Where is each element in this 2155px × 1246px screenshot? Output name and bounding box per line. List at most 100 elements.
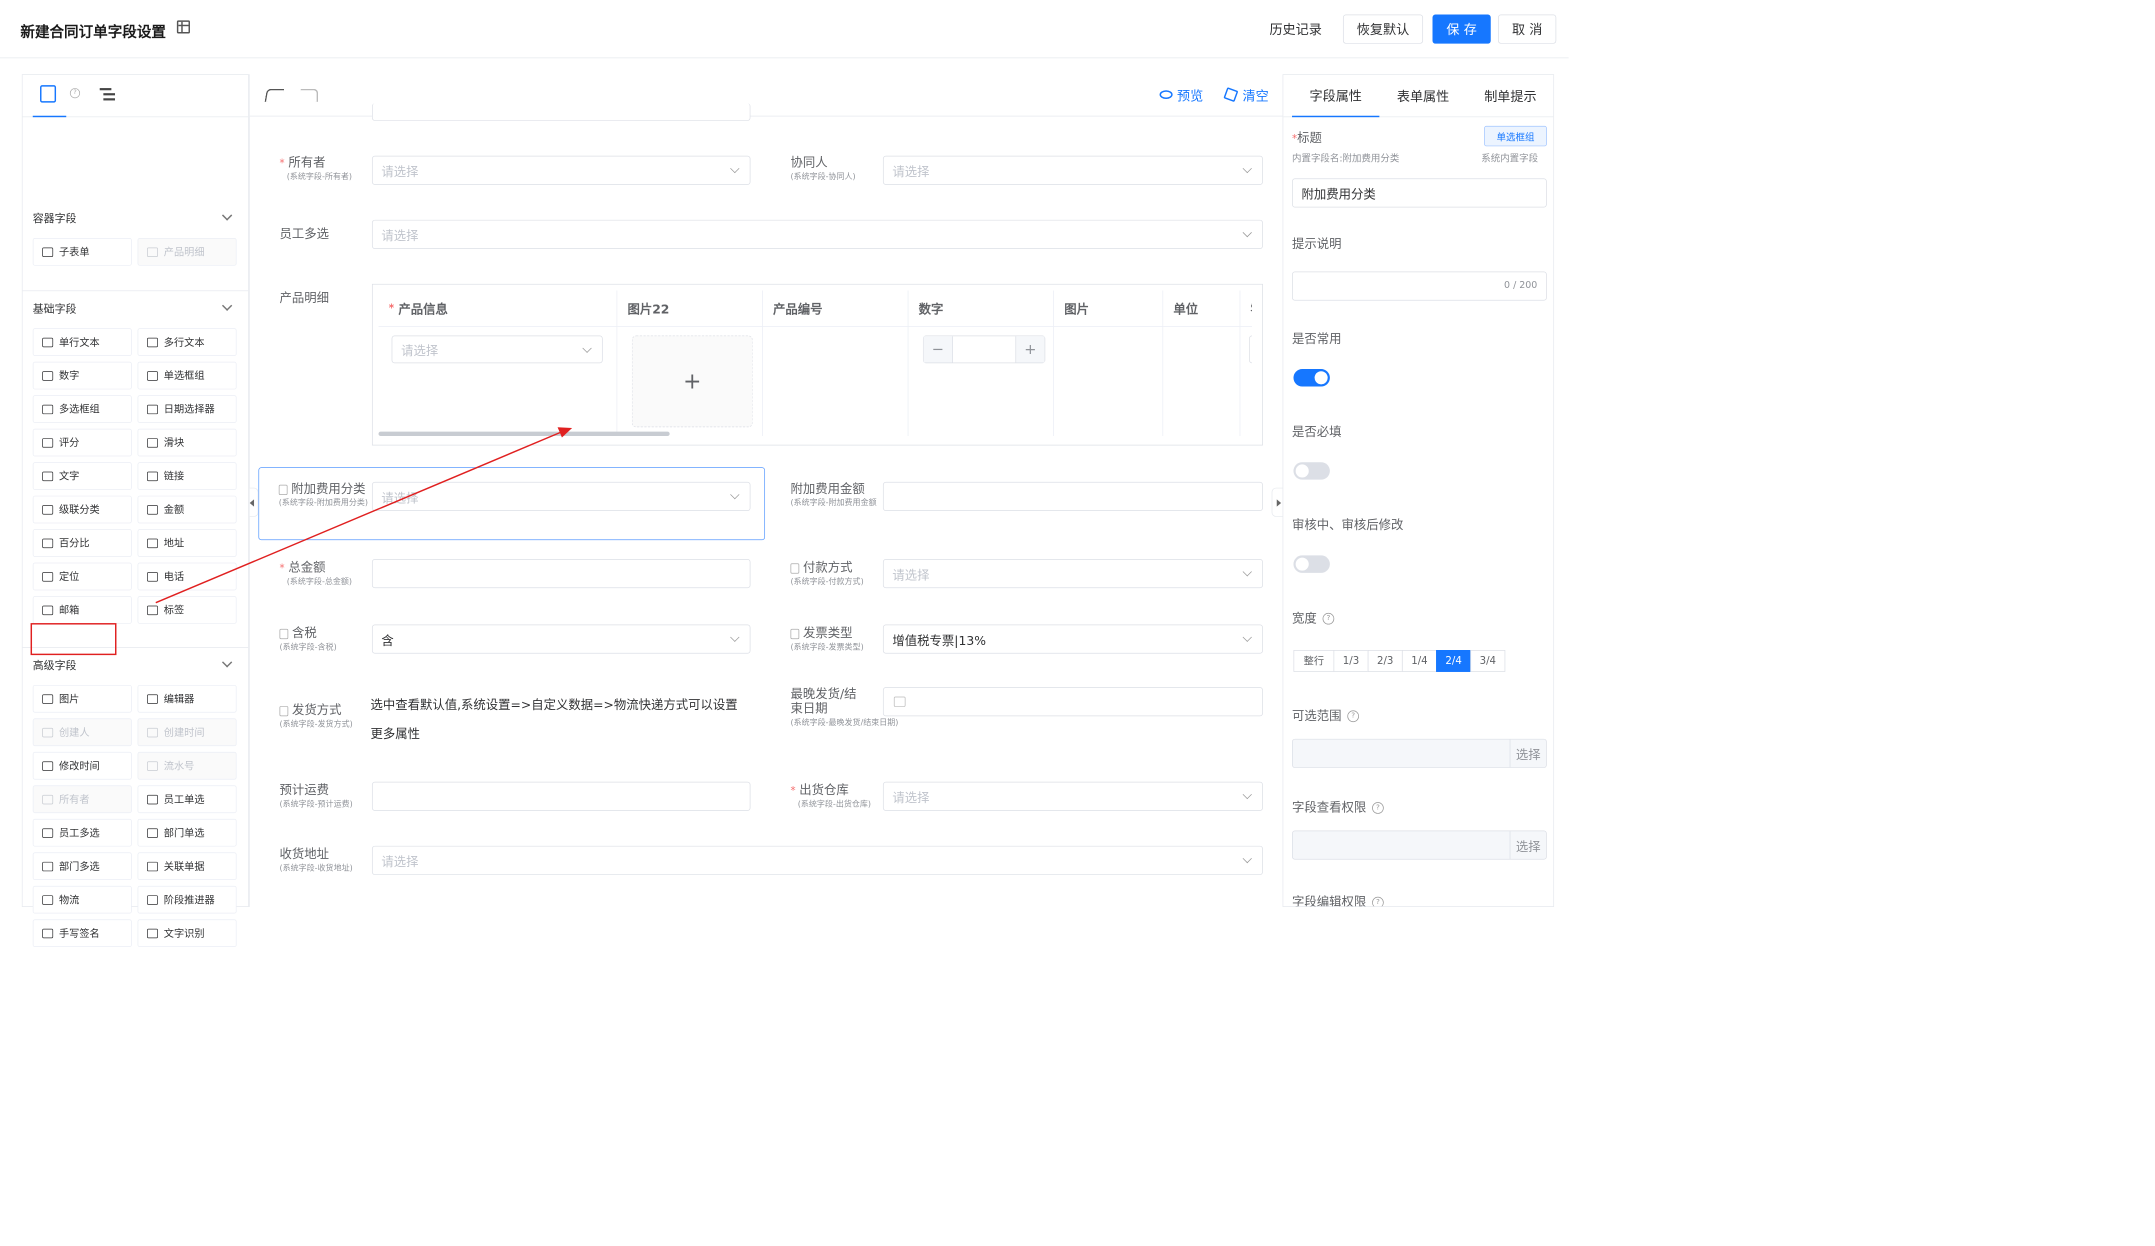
- help-icon[interactable]: ?: [1347, 710, 1359, 723]
- range-choose-button[interactable]: 选择: [1509, 739, 1546, 768]
- palette-item[interactable]: 文字识别: [137, 919, 237, 947]
- palette-item[interactable]: 日期选择器: [137, 395, 237, 423]
- palette-item[interactable]: 滑块: [137, 428, 237, 457]
- palette-item[interactable]: 电话: [137, 562, 237, 591]
- collapse-left-handle[interactable]: [249, 487, 259, 517]
- number-stepper[interactable]: − +: [922, 335, 1046, 364]
- extra-fee-cat-select[interactable]: 请选择: [371, 481, 751, 511]
- palette-item[interactable]: 数字: [32, 361, 132, 390]
- palette-item-label: 多选框组: [58, 403, 100, 416]
- extra-fee-amt-input[interactable]: [882, 481, 1263, 511]
- palette-item[interactable]: 评分: [32, 428, 132, 457]
- warehouse-select[interactable]: 请选择: [882, 781, 1263, 811]
- cancel-button[interactable]: 取 消: [1498, 14, 1557, 44]
- broom-icon[interactable]: [1223, 87, 1239, 103]
- chevron-down-icon[interactable]: [221, 210, 233, 221]
- palette-item[interactable]: 级联分类: [32, 495, 132, 524]
- title-input[interactable]: 附加费用分类: [1292, 178, 1547, 208]
- user-icon: [147, 794, 158, 804]
- partial-input[interactable]: [1249, 335, 1252, 364]
- horizontal-scrollbar[interactable]: [378, 431, 670, 437]
- help-icon[interactable]: ?: [69, 88, 81, 99]
- owner-select[interactable]: 请选择: [371, 155, 751, 185]
- save-button[interactable]: 保 存: [1432, 14, 1491, 44]
- palette-item[interactable]: 链接: [137, 462, 237, 490]
- preview-button[interactable]: 预览: [1177, 86, 1203, 105]
- ship-more[interactable]: 更多属性: [371, 724, 420, 742]
- help-icon[interactable]: ?: [1372, 802, 1384, 814]
- collapse-right-handle[interactable]: [1271, 487, 1283, 517]
- required-switch[interactable]: [1293, 462, 1330, 480]
- width-option[interactable]: 3/4: [1470, 650, 1506, 672]
- total-input[interactable]: [371, 559, 751, 589]
- hint-input[interactable]: 0 / 200: [1292, 271, 1547, 301]
- section-title[interactable]: 容器字段: [33, 210, 77, 225]
- chevron-down-icon[interactable]: [221, 300, 233, 311]
- cube-icon[interactable]: [40, 85, 57, 103]
- palette-item[interactable]: 阶段推进器: [137, 885, 237, 914]
- section-title[interactable]: 高级字段: [33, 657, 77, 672]
- palette-item[interactable]: 员工多选: [32, 818, 132, 847]
- tab-form-props[interactable]: 表单属性: [1379, 75, 1466, 117]
- view-perm-choose-button[interactable]: 选择: [1509, 831, 1546, 859]
- palette-item[interactable]: 金额: [137, 495, 237, 524]
- palette-item[interactable]: 员工单选: [137, 785, 237, 814]
- address-select[interactable]: 请选择: [371, 845, 1263, 875]
- help-icon[interactable]: ?: [1372, 896, 1384, 907]
- extra-fee-amt-label: 附加费用金额: [790, 481, 865, 497]
- palette-item[interactable]: 手写签名: [32, 919, 132, 947]
- latest-ship-date[interactable]: [882, 687, 1263, 717]
- help-icon[interactable]: ?: [1322, 612, 1335, 625]
- image-upload-button[interactable]: +: [631, 335, 753, 428]
- palette-item[interactable]: 单行文本: [32, 328, 132, 356]
- product-info-select[interactable]: 请选择: [391, 335, 603, 364]
- palette-item[interactable]: 部门多选: [32, 852, 132, 881]
- palette-item[interactable]: 单选框组: [137, 361, 237, 390]
- palette-item[interactable]: 物流: [32, 885, 132, 914]
- width-option[interactable]: 整行: [1293, 650, 1335, 672]
- freight-input[interactable]: [371, 781, 751, 811]
- minus-button[interactable]: −: [923, 336, 953, 363]
- eye-icon[interactable]: [1159, 90, 1173, 99]
- outline-icon[interactable]: [99, 87, 116, 103]
- width-option[interactable]: 2/3: [1367, 650, 1403, 672]
- palette-item[interactable]: 标签: [137, 596, 237, 624]
- palette-item[interactable]: 图片: [32, 684, 132, 713]
- redo-icon[interactable]: [300, 88, 319, 102]
- common-switch[interactable]: [1293, 369, 1330, 387]
- collab-select[interactable]: 请选择: [882, 155, 1263, 185]
- plus-button[interactable]: +: [1015, 336, 1045, 363]
- palette-item[interactable]: 定位: [32, 562, 132, 591]
- palette-item[interactable]: 多选框组: [32, 395, 132, 423]
- width-option[interactable]: 2/4: [1436, 650, 1472, 672]
- chevron-down-icon[interactable]: [221, 657, 233, 668]
- layout-icon[interactable]: [176, 20, 190, 34]
- audit-switch[interactable]: [1293, 555, 1330, 573]
- palette-item[interactable]: 子表单: [32, 238, 132, 266]
- palette-item[interactable]: 编辑器: [137, 684, 237, 713]
- palette-item: 产品明细: [137, 238, 237, 266]
- payment-select[interactable]: 请选择: [882, 559, 1263, 589]
- width-option[interactable]: 1/4: [1401, 650, 1437, 672]
- staff-multi-select[interactable]: 请选择: [371, 219, 1263, 249]
- palette-item[interactable]: 多行文本: [137, 328, 237, 356]
- tab-hints[interactable]: 制单提示: [1467, 75, 1554, 117]
- palette-item[interactable]: 邮箱: [32, 596, 132, 624]
- width-option[interactable]: 1/3: [1333, 650, 1369, 672]
- restore-default-button[interactable]: 恢复默认: [1342, 14, 1424, 44]
- palette-item[interactable]: 地址: [137, 529, 237, 557]
- history-button[interactable]: 历史记录: [1259, 14, 1333, 44]
- clear-button[interactable]: 清空: [1243, 86, 1269, 105]
- palette-item[interactable]: 文字: [32, 462, 132, 490]
- palette-item[interactable]: 百分比: [32, 529, 132, 557]
- palette-item[interactable]: 关联单据: [137, 852, 237, 881]
- view-perm-picker[interactable]: 选择: [1292, 830, 1547, 860]
- section-title[interactable]: 基础字段: [33, 301, 77, 316]
- range-picker[interactable]: 选择: [1292, 738, 1547, 768]
- tab-field-props[interactable]: 字段属性: [1292, 75, 1380, 118]
- invoice-select[interactable]: 增值税专票|13%: [882, 624, 1263, 654]
- tax-select[interactable]: 含: [371, 624, 751, 654]
- palette-item[interactable]: 修改时间: [32, 751, 132, 780]
- palette-item[interactable]: 部门单选: [137, 818, 237, 847]
- undo-icon[interactable]: [264, 88, 285, 102]
